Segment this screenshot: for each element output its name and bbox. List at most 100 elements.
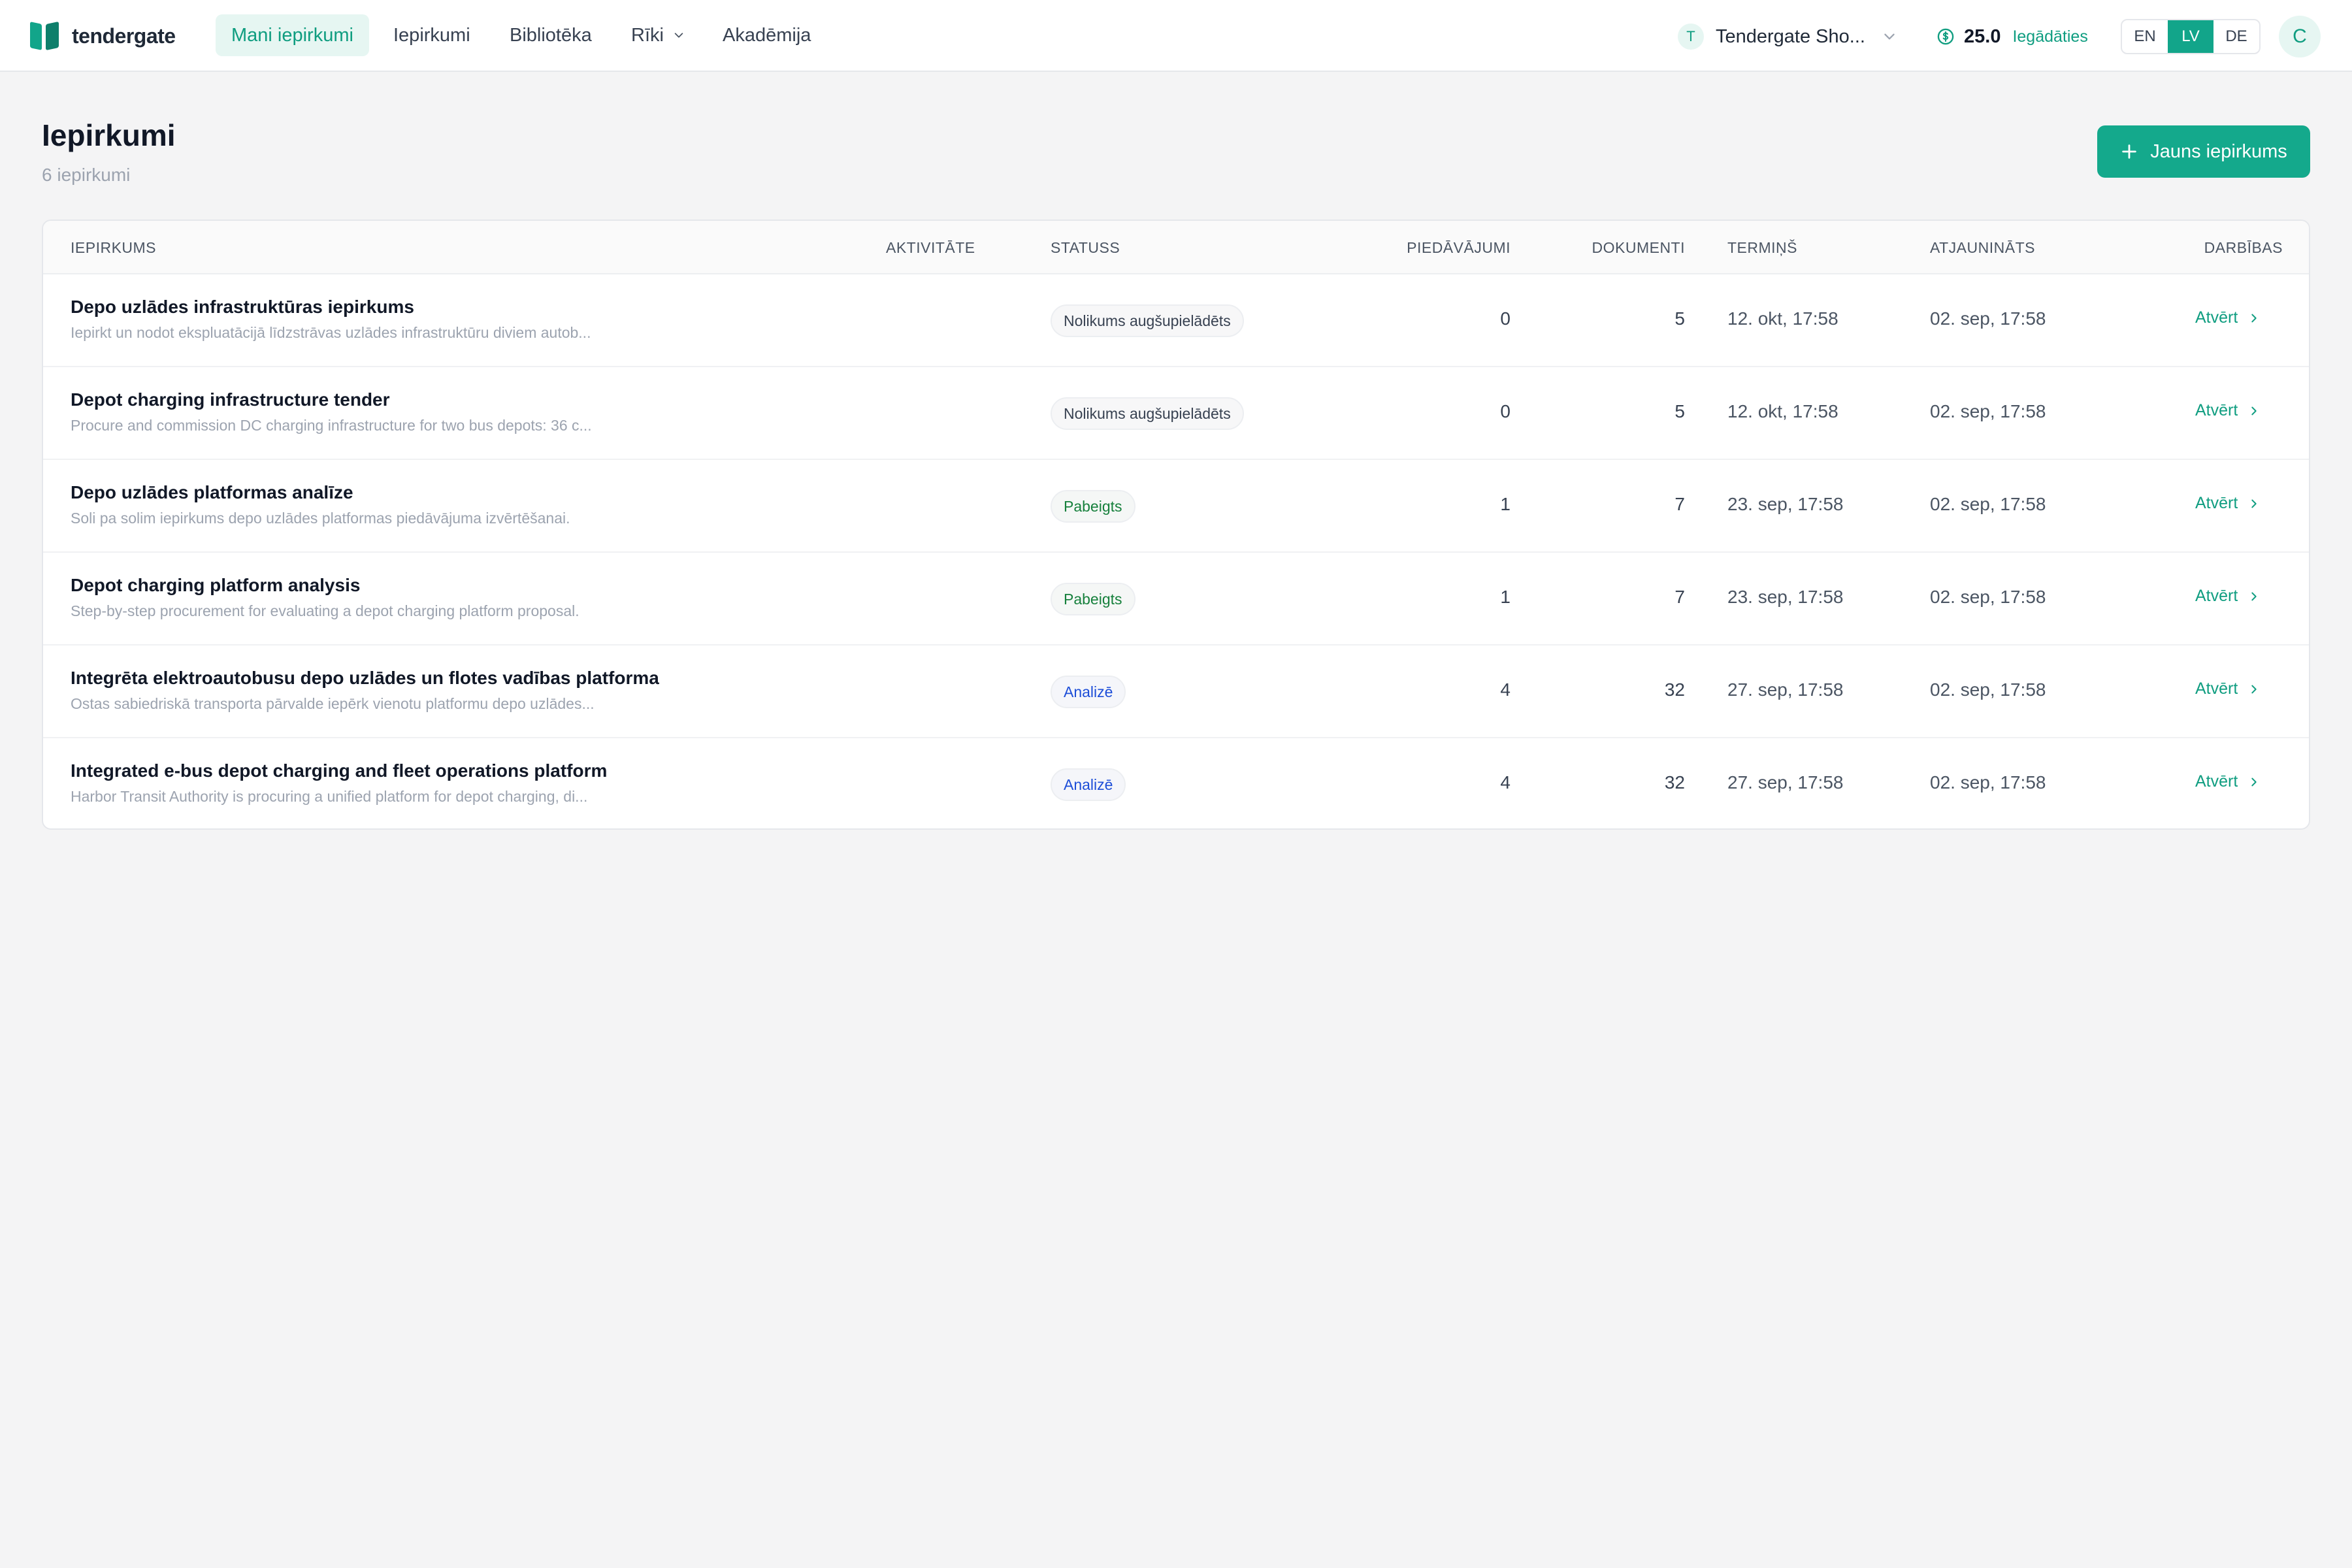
open-label: Atvērt [2195,679,2238,698]
nav-item-tools-dropdown[interactable]: Rīki [615,14,700,56]
table-row[interactable]: Depot charging infrastructure tender Pro… [43,367,2309,460]
open-button[interactable]: Atvērt [2195,587,2260,606]
plus-icon [2122,144,2136,159]
procurement-title[interactable]: Depo uzlādes infrastruktūras iepirkums [71,297,414,318]
procurement-description: Ostas sabiedriskā transporta pārvalde ie… [71,695,595,712]
chevron-down-icon [674,33,683,38]
open-label: Atvērt [2195,772,2238,791]
deadline-date: 12. okt, 17:58 [1727,401,1838,421]
updated-date: 02. sep, 17:58 [1930,494,2046,514]
column-header-documents: DOKUMENTI [1592,239,1685,256]
documents-count: 7 [1674,587,1685,607]
status-badge: Pabeigts [1051,583,1135,615]
updated-date: 02. sep, 17:58 [1930,679,2046,700]
logo-icon [30,21,60,51]
procurement-title[interactable]: Depot charging infrastructure tender [71,389,390,410]
team-name: Tendergate Sho... [1716,25,1865,47]
documents-count: 32 [1664,772,1685,792]
buy-credits-link[interactable]: Iegādāties [2012,27,2087,46]
language-option-de[interactable]: DE [2213,20,2259,53]
credits-value: 25.0 [1964,25,2001,47]
procurement-title[interactable]: Integrēta elektroautobusu depo uzlādes u… [71,668,659,689]
column-header-procurement: IEPIRKUMS [71,239,157,256]
offers-count: 0 [1500,308,1511,329]
status-badge: Nolikums augšupielādēts [1051,304,1244,337]
user-avatar[interactable]: C [2279,16,2321,57]
status-badge: Pabeigts [1051,490,1135,523]
brand-name: tendergate [72,24,176,48]
open-button[interactable]: Atvērt [2195,772,2260,791]
procurement-description: Soli pa solim iepirkums depo uzlādes pla… [71,510,570,527]
nav-item-label: Akadēmija [723,24,811,46]
status-badge: Analizē [1051,676,1126,708]
column-header-deadline: TERMIŅŠ [1727,239,1797,256]
open-button[interactable]: Atvērt [2195,308,2260,327]
table-row[interactable]: Depo uzlādes platformas analīze Soli pa … [43,460,2309,553]
language-option-en[interactable]: EN [2122,20,2168,53]
table-row[interactable]: Depot charging platform analysis Step-by… [43,553,2309,645]
column-header-offers: PIEDĀVĀJUMI [1407,239,1511,256]
chevron-right-icon [2251,592,2257,600]
nav-item-label: Iepirkumi [393,24,470,46]
deadline-date: 23. sep, 17:58 [1727,494,1844,514]
procurement-count: 6 iepirkumi [42,165,131,185]
chevron-right-icon [2251,406,2257,415]
brand-logo[interactable]: tendergate [30,21,176,51]
column-header-actions: DARBĪBAS [2204,239,2283,256]
table-row[interactable]: Integrated e-bus depot charging and flee… [43,738,2309,828]
column-header-status: STATUSS [1051,239,1120,256]
language-option-lv[interactable]: LV [2168,20,2213,53]
nav-item-label: Mani iepirkumi [231,24,353,46]
table-row[interactable]: Depo uzlādes infrastruktūras iepirkums I… [43,274,2309,367]
procurement-description: Iepirkt un nodot ekspluatācijā līdzstrāv… [71,324,591,341]
offers-count: 4 [1500,772,1511,792]
top-navigation-bar: tendergate Mani iepirkumi Iepirkumi Bibl… [0,0,2352,72]
nav-item-label: Bibliotēka [510,24,592,46]
chevron-down-icon [1884,33,1895,40]
procurement-title[interactable]: Depot charging platform analysis [71,575,360,596]
nav-item-label: Rīki [631,24,664,46]
chevron-right-icon [2251,314,2257,322]
status-badge: Nolikums augšupielādēts [1051,397,1244,430]
table-row[interactable]: Integrēta elektroautobusu depo uzlādes u… [43,645,2309,738]
deadline-date: 23. sep, 17:58 [1727,587,1844,607]
coin-icon [1937,28,1954,45]
new-procurement-label: Jauns iepirkums [2150,140,2287,162]
nav-item-academy[interactable]: Akadēmija [707,14,826,56]
table-header: IEPIRKUMS AKTIVITĀTE STATUSS PIEDĀVĀJUMI… [43,221,2309,274]
updated-date: 02. sep, 17:58 [1930,772,2046,792]
open-button[interactable]: Atvērt [2195,679,2260,698]
status-badge: Analizē [1051,768,1126,801]
open-button[interactable]: Atvērt [2195,494,2260,513]
nav-item-my-procurements[interactable]: Mani iepirkumi [216,14,369,56]
deadline-date: 12. okt, 17:58 [1727,308,1838,329]
open-label: Atvērt [2195,587,2238,605]
documents-count: 5 [1674,308,1685,329]
credits-balance: 25.0 Iegādāties [1936,22,2088,51]
chevron-right-icon [2251,499,2257,508]
procurement-title[interactable]: Integrated e-bus depot charging and flee… [71,760,607,781]
documents-count: 5 [1674,401,1685,421]
open-label: Atvērt [2195,401,2238,419]
deadline-date: 27. sep, 17:58 [1727,679,1844,700]
procurements-table: IEPIRKUMS AKTIVITĀTE STATUSS PIEDĀVĀJUMI… [42,220,2310,830]
deadline-date: 27. sep, 17:58 [1727,772,1844,792]
nav-item-procurements[interactable]: Iepirkumi [378,14,486,56]
chevron-right-icon [2251,777,2257,786]
procurement-title[interactable]: Depo uzlādes platformas analīze [71,482,353,503]
team-avatar: T [1678,24,1704,50]
offers-count: 4 [1500,679,1511,700]
team-selector[interactable]: T Tendergate Sho... [1678,22,1897,51]
page-title: Iepirkumi [42,118,176,152]
nav-item-library[interactable]: Bibliotēka [494,14,608,56]
open-label: Atvērt [2195,494,2238,512]
updated-date: 02. sep, 17:58 [1930,401,2046,421]
chevron-right-icon [2251,685,2257,693]
offers-count: 0 [1500,401,1511,421]
new-procurement-button[interactable]: Jauns iepirkums [2097,125,2310,178]
procurement-description: Step-by-step procurement for evaluating … [71,602,580,619]
open-label: Atvērt [2195,308,2238,327]
column-header-updated: ATJAUNINĀTS [1930,239,2035,256]
updated-date: 02. sep, 17:58 [1930,587,2046,607]
open-button[interactable]: Atvērt [2195,401,2260,420]
